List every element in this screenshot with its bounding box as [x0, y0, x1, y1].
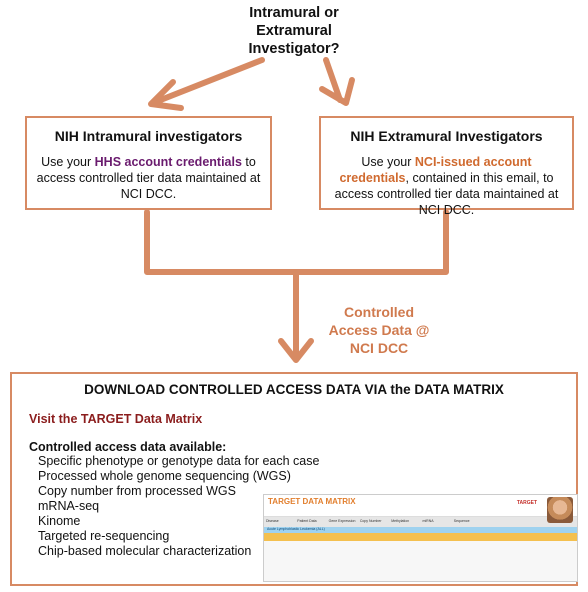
extramural-text: Use your NCI-issued account credentials,…: [334, 155, 559, 217]
matrix-col: Gene Expression: [328, 519, 356, 523]
data-matrix-thumbnail[interactable]: TARGET DATA MATRIX TARGET Disease Patien…: [263, 494, 578, 582]
extramural-heading: NIH Extramural Investigators: [350, 128, 543, 144]
matrix-header: TARGET DATA MATRIX TARGET: [264, 495, 577, 523]
matrix-col: Copy Number: [359, 519, 382, 523]
controlled-line: NCI DCC: [349, 340, 409, 356]
controlled-line: Controlled: [344, 304, 414, 320]
download-title: DOWNLOAD CONTROLLED ACCESS DATA VIA the …: [84, 382, 504, 397]
matrix-title: TARGET DATA MATRIX: [268, 497, 356, 506]
matrix-col: Patient Data: [297, 519, 317, 523]
list-item: Specific phenotype or genotype data for …: [38, 454, 320, 468]
available-heading: Controlled access data available:: [29, 440, 227, 454]
extramural-box: NIH Extramural Investigators Use your NC…: [319, 116, 574, 217]
target-logo: TARGET: [516, 500, 537, 506]
controlled-line: Access Data @: [328, 322, 430, 338]
list-item: Processed whole genome sequencing (WGS): [38, 469, 291, 483]
matrix-column-headers: Disease Patient Data Gene Expression Cop…: [264, 517, 577, 527]
controlled-access-label: Controlled Access Data @ NCI DCC: [322, 303, 436, 357]
visit-data-matrix-link[interactable]: Visit the TARGET Data Matrix: [29, 412, 202, 426]
download-box: DOWNLOAD CONTROLLED ACCESS DATA VIA the …: [10, 372, 578, 586]
matrix-col: [514, 517, 545, 527]
matrix-col: [483, 517, 514, 527]
hhs-credentials: HHS account credentials: [94, 155, 242, 169]
matrix-col: Disease: [266, 519, 279, 523]
intramural-text: Use your HHS account credentials to acce…: [36, 155, 261, 201]
intramural-heading: NIH Intramural investigators: [54, 128, 243, 144]
matrix-col: Methylation: [391, 519, 410, 523]
matrix-col: Sequence: [453, 519, 470, 523]
child-photo: [547, 497, 573, 523]
matrix-data-rows: [264, 541, 577, 543]
intramural-box: NIH Intramural investigators Use your HH…: [25, 116, 272, 210]
matrix-col: miRNA: [422, 519, 434, 523]
matrix-highlight-row: [264, 533, 577, 541]
merge-connector: [144, 209, 449, 275]
